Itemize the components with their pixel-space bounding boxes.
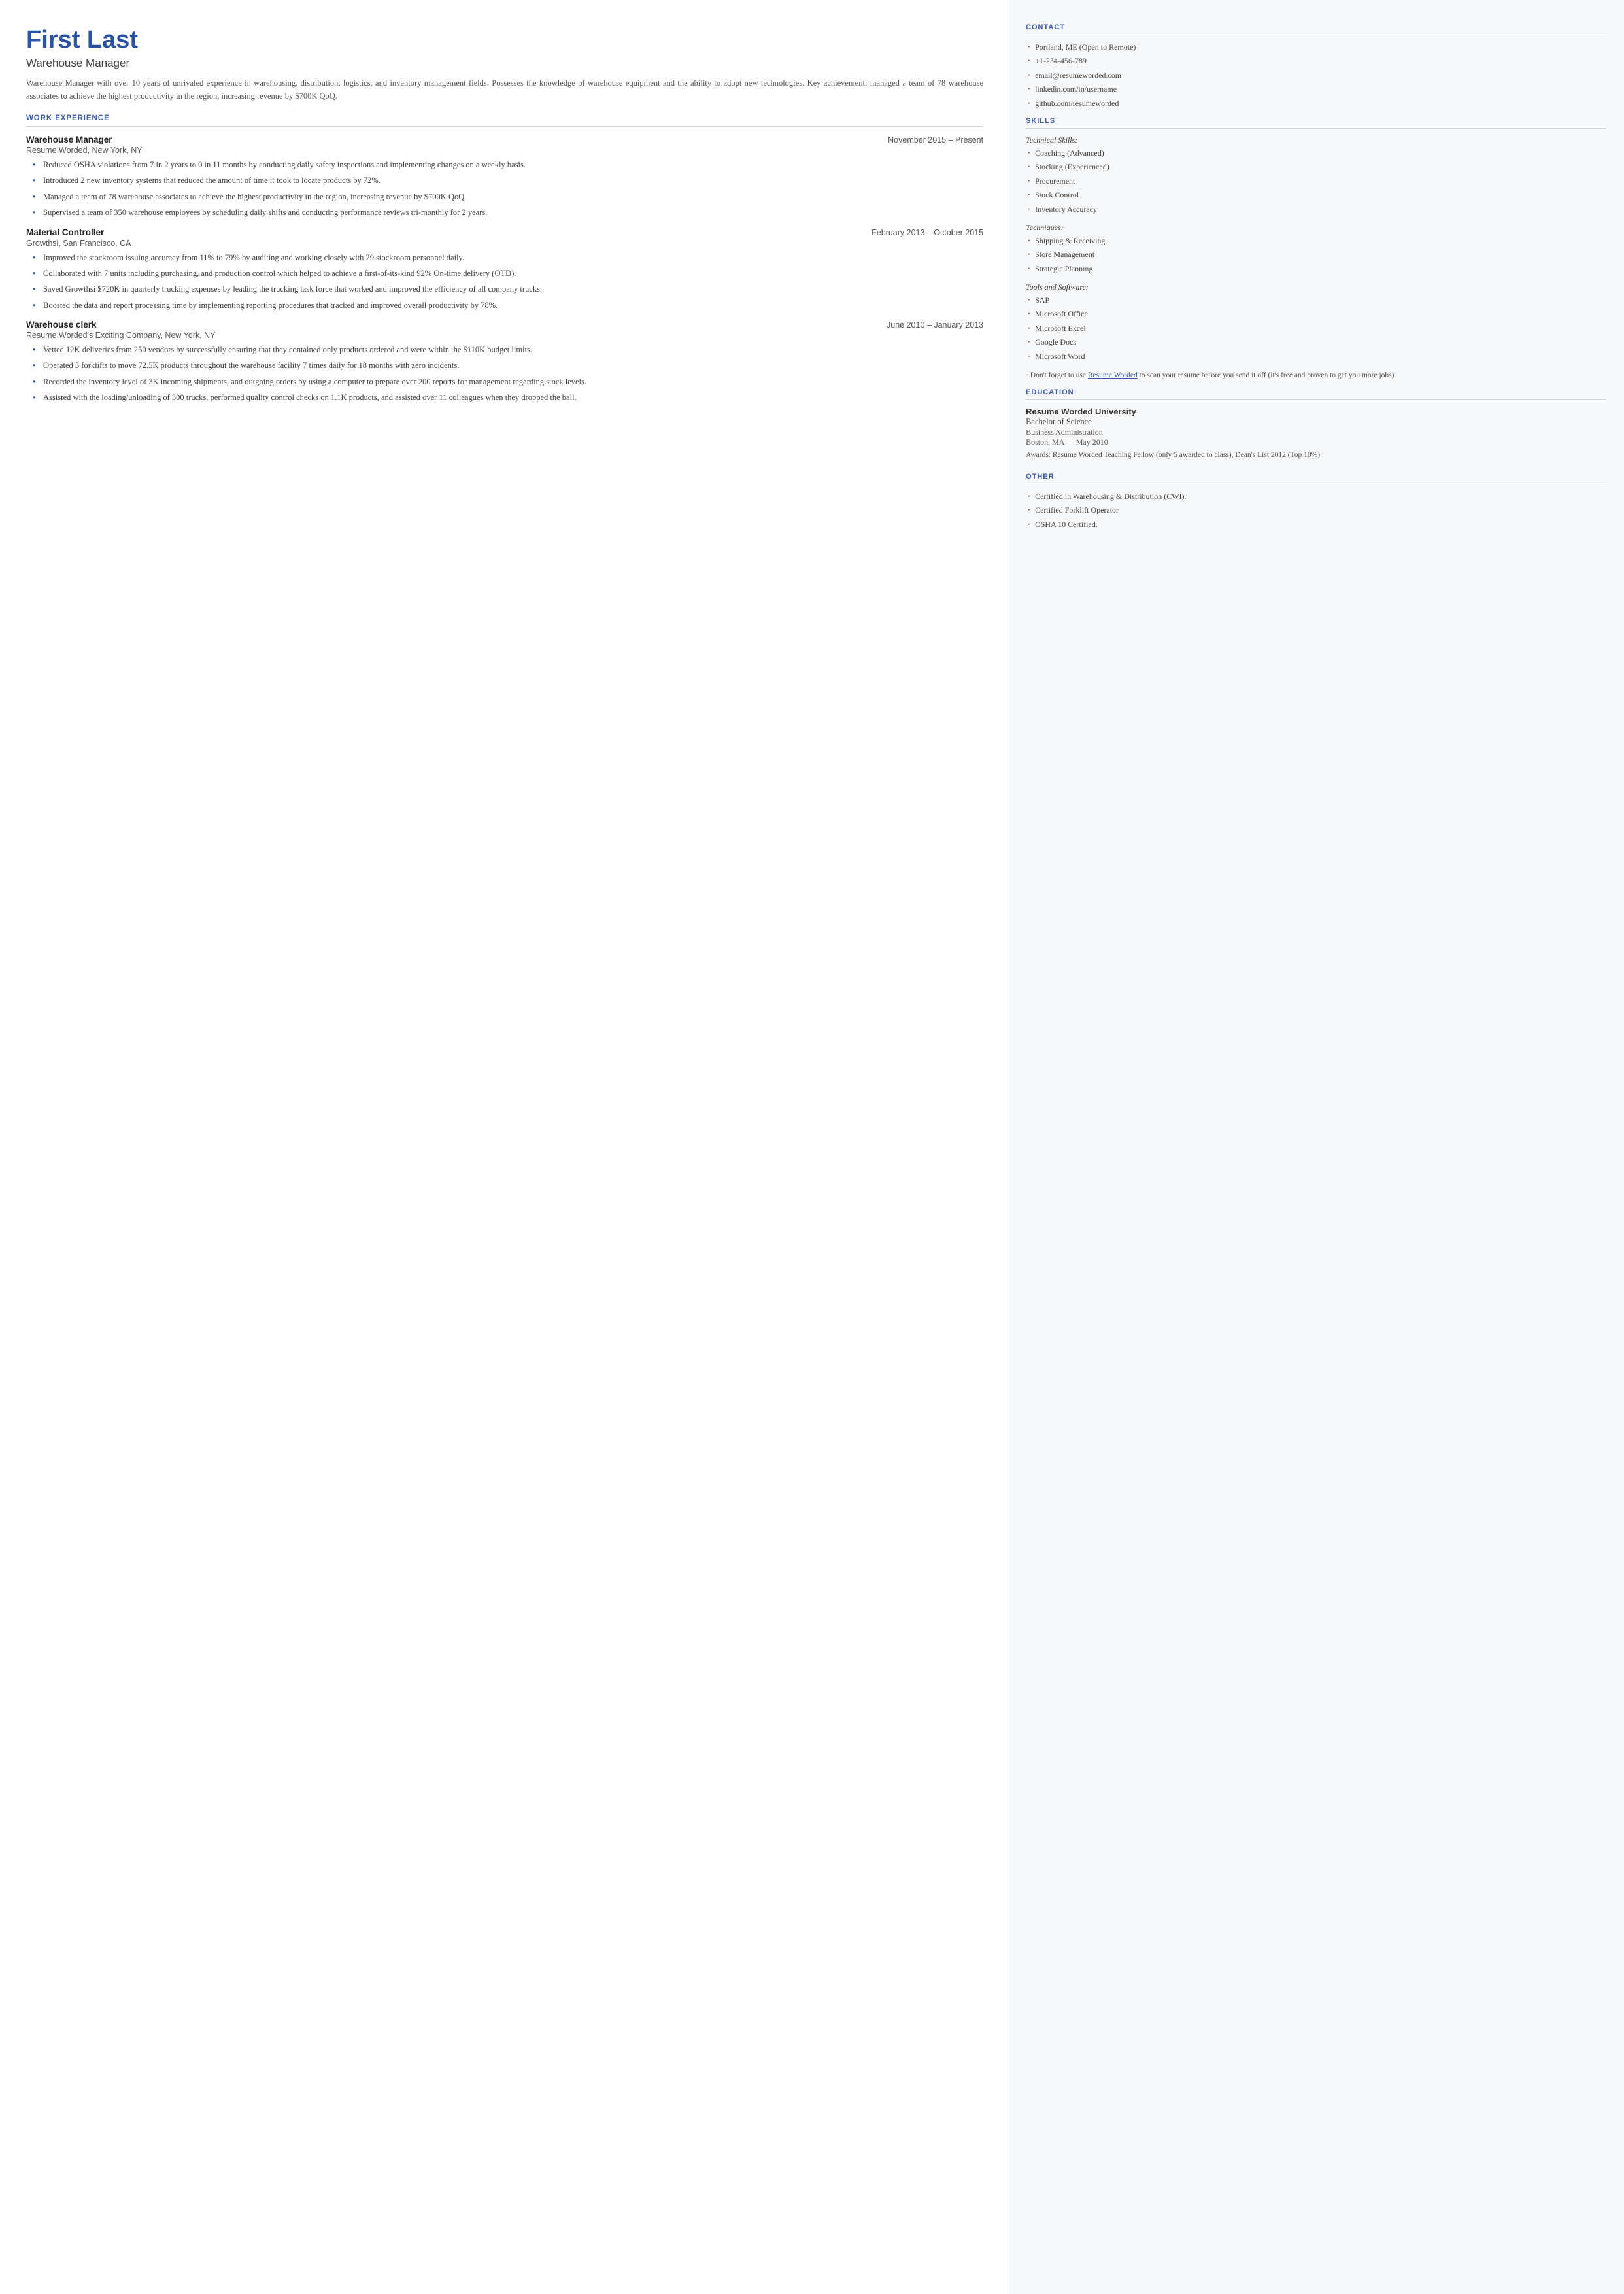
technique-1: Store Management — [1026, 249, 1606, 260]
tool-4: Microsoft Word — [1026, 351, 1606, 362]
job-header-2: Material Controller February 2013 – Octo… — [26, 228, 983, 237]
job-company-3: Resume Worded's Exciting Company, New Yo… — [26, 331, 983, 340]
education-label: EDUCATION — [1026, 388, 1606, 396]
tech-skill-1: Stocking (Experienced) — [1026, 161, 1606, 173]
job-bullets-2: Improved the stockroom issuing accuracy … — [26, 252, 983, 312]
summary-text: Warehouse Manager with over 10 years of … — [26, 76, 983, 103]
tool-3: Google Docs — [1026, 337, 1606, 348]
job-block-2: Material Controller February 2013 – Octo… — [26, 228, 983, 312]
education-divider — [1026, 399, 1606, 400]
contact-label: CONTACT — [1026, 24, 1606, 31]
job-dates-1: November 2015 – Present — [888, 135, 983, 144]
job-block-3: Warehouse clerk June 2010 – January 2013… — [26, 320, 983, 405]
edu-awards: Awards: Resume Worded Teaching Fellow (o… — [1026, 450, 1606, 461]
contact-item-0: Portland, ME (Open to Remote) — [1026, 42, 1606, 53]
techniques-label: Techniques: — [1026, 223, 1606, 233]
contact-item-3: linkedin.com/in/username — [1026, 84, 1606, 95]
bullet-3-2: Operated 3 forklifts to move 72.5K produ… — [33, 360, 983, 372]
bullet-2-1: Improved the stockroom issuing accuracy … — [33, 252, 983, 264]
edu-institution: Resume Worded University — [1026, 407, 1606, 416]
bullet-3-1: Vetted 12K deliveries from 250 vendors b… — [33, 344, 983, 356]
job-title-1: Warehouse Manager — [26, 135, 112, 144]
other-item-0: Certified in Warehousing & Distribution … — [1026, 491, 1606, 502]
job-header-3: Warehouse clerk June 2010 – January 2013 — [26, 320, 983, 329]
full-name: First Last — [26, 26, 983, 54]
other-label: OTHER — [1026, 473, 1606, 481]
bullet-1-3: Managed a team of 78 warehouse associate… — [33, 191, 983, 203]
skills-label: SKILLS — [1026, 117, 1606, 125]
side-note-suffix: to scan your resume before you send it o… — [1138, 371, 1395, 379]
tools-label: Tools and Software: — [1026, 282, 1606, 292]
bullet-2-3: Saved Growthsi $720K in quarterly trucki… — [33, 283, 983, 295]
bullet-1-1: Reduced OSHA violations from 7 in 2 year… — [33, 159, 983, 171]
technique-0: Shipping & Receiving — [1026, 235, 1606, 246]
job-block-1: Warehouse Manager November 2015 – Presen… — [26, 135, 983, 220]
sidebar: CONTACT Portland, ME (Open to Remote) +1… — [1007, 0, 1624, 2294]
contact-list: Portland, ME (Open to Remote) +1-234-456… — [1026, 42, 1606, 109]
tech-skill-0: Coaching (Advanced) — [1026, 148, 1606, 159]
tool-1: Microsoft Office — [1026, 309, 1606, 320]
technical-skills-label: Technical Skills: — [1026, 135, 1606, 145]
bullet-2-2: Collaborated with 7 units including purc… — [33, 267, 983, 280]
tech-skill-2: Procurement — [1026, 176, 1606, 187]
work-experience-label: WORK EXPERIENCE — [26, 114, 983, 122]
technique-2: Strategic Planning — [1026, 263, 1606, 275]
main-column: First Last Warehouse Manager Warehouse M… — [0, 0, 1007, 2294]
job-bullets-3: Vetted 12K deliveries from 250 vendors b… — [26, 344, 983, 405]
tool-0: SAP — [1026, 295, 1606, 306]
job-bullets-1: Reduced OSHA violations from 7 in 2 year… — [26, 159, 983, 220]
job-title-2: Material Controller — [26, 228, 104, 237]
job-title-header: Warehouse Manager — [26, 57, 983, 70]
job-dates-3: June 2010 – January 2013 — [887, 320, 983, 329]
bullet-3-4: Assisted with the loading/unloading of 3… — [33, 392, 983, 404]
other-list: Certified in Warehousing & Distribution … — [1026, 491, 1606, 530]
other-item-1: Certified Forklift Operator — [1026, 505, 1606, 516]
tech-skill-3: Stock Control — [1026, 190, 1606, 201]
job-company-1: Resume Worded, New York, NY — [26, 146, 983, 155]
contact-item-4: github.com/resumeworded — [1026, 98, 1606, 109]
edu-location: Boston, MA — May 2010 — [1026, 437, 1606, 447]
bullet-3-3: Recorded the inventory level of 3K incom… — [33, 376, 983, 388]
work-experience-divider — [26, 126, 983, 127]
technical-skills-list: Coaching (Advanced) Stocking (Experience… — [1026, 148, 1606, 215]
bullet-1-2: Introduced 2 new inventory systems that … — [33, 175, 983, 187]
job-header-1: Warehouse Manager November 2015 – Presen… — [26, 135, 983, 144]
contact-item-2: email@resumeworded.com — [1026, 70, 1606, 81]
other-item-2: OSHA 10 Certified. — [1026, 519, 1606, 530]
skills-divider — [1026, 128, 1606, 129]
edu-field: Business Administration — [1026, 428, 1606, 437]
side-note-prefix: · Don't forget to use — [1026, 371, 1088, 379]
job-title-3: Warehouse clerk — [26, 320, 97, 329]
side-note: · Don't forget to use Resume Worded to s… — [1026, 370, 1606, 382]
tool-2: Microsoft Excel — [1026, 323, 1606, 334]
tools-list: SAP Microsoft Office Microsoft Excel Goo… — [1026, 295, 1606, 362]
bullet-1-4: Supervised a team of 350 warehouse emplo… — [33, 207, 983, 219]
job-dates-2: February 2013 – October 2015 — [871, 228, 983, 237]
resume-worded-link[interactable]: Resume Worded — [1088, 371, 1138, 379]
bullet-2-4: Boosted the data and report processing t… — [33, 299, 983, 312]
edu-degree: Bachelor of Science — [1026, 417, 1606, 427]
job-company-2: Growthsi, San Francisco, CA — [26, 239, 983, 248]
tech-skill-4: Inventory Accuracy — [1026, 204, 1606, 215]
techniques-list: Shipping & Receiving Store Management St… — [1026, 235, 1606, 275]
contact-item-1: +1-234-456-789 — [1026, 56, 1606, 67]
